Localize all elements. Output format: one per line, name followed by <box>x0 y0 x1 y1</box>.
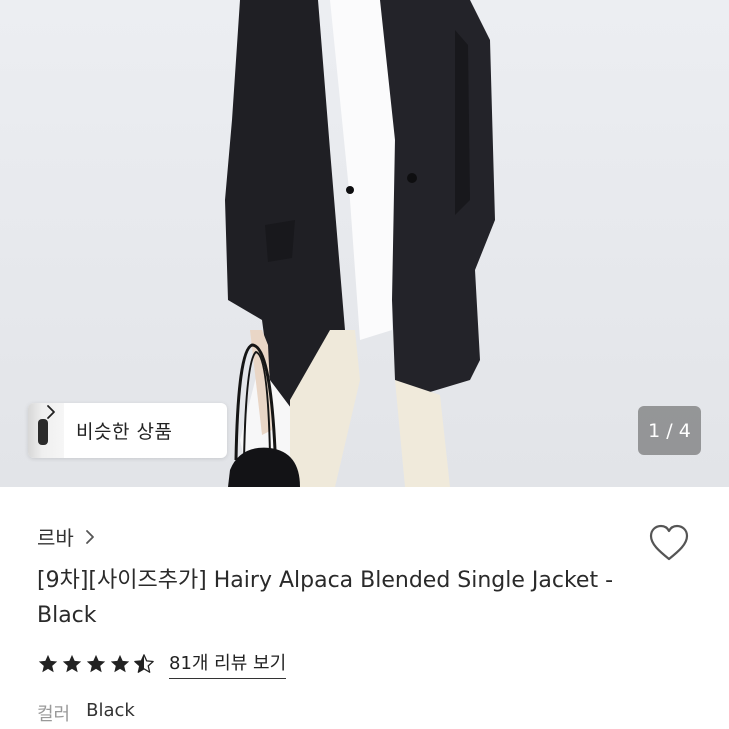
star-rating <box>37 653 155 675</box>
heart-outline-icon[interactable] <box>647 523 691 563</box>
star-half-icon <box>134 654 154 673</box>
star-icon <box>86 654 106 673</box>
option-label: 컬러 <box>37 704 71 725</box>
product-image-gallery[interactable]: 비슷한 상품 1 / 4 <box>0 0 729 487</box>
image-counter: 1 / 4 <box>638 406 701 455</box>
option-row: 컬러 Black <box>37 700 135 726</box>
review-link[interactable]: 81개 리뷰 보기 <box>169 649 287 679</box>
option-value: Black <box>86 700 135 721</box>
seller-link[interactable]: 르바 <box>37 522 96 551</box>
similar-products-label: 비슷한 상품 <box>76 421 173 443</box>
star-icon <box>62 654 82 673</box>
chevron-right-icon <box>85 529 94 544</box>
seller-name: 르바 <box>37 526 74 550</box>
rating-row: 81개 리뷰 보기 <box>37 648 287 680</box>
chevron-right-icon <box>47 405 55 419</box>
product-title: [9차][사이즈추가] Hairy Alpaca Blended Single … <box>37 568 614 628</box>
star-icon <box>110 654 130 673</box>
similar-products-button[interactable]: 비슷한 상품 <box>28 403 227 458</box>
star-icon <box>38 654 58 673</box>
